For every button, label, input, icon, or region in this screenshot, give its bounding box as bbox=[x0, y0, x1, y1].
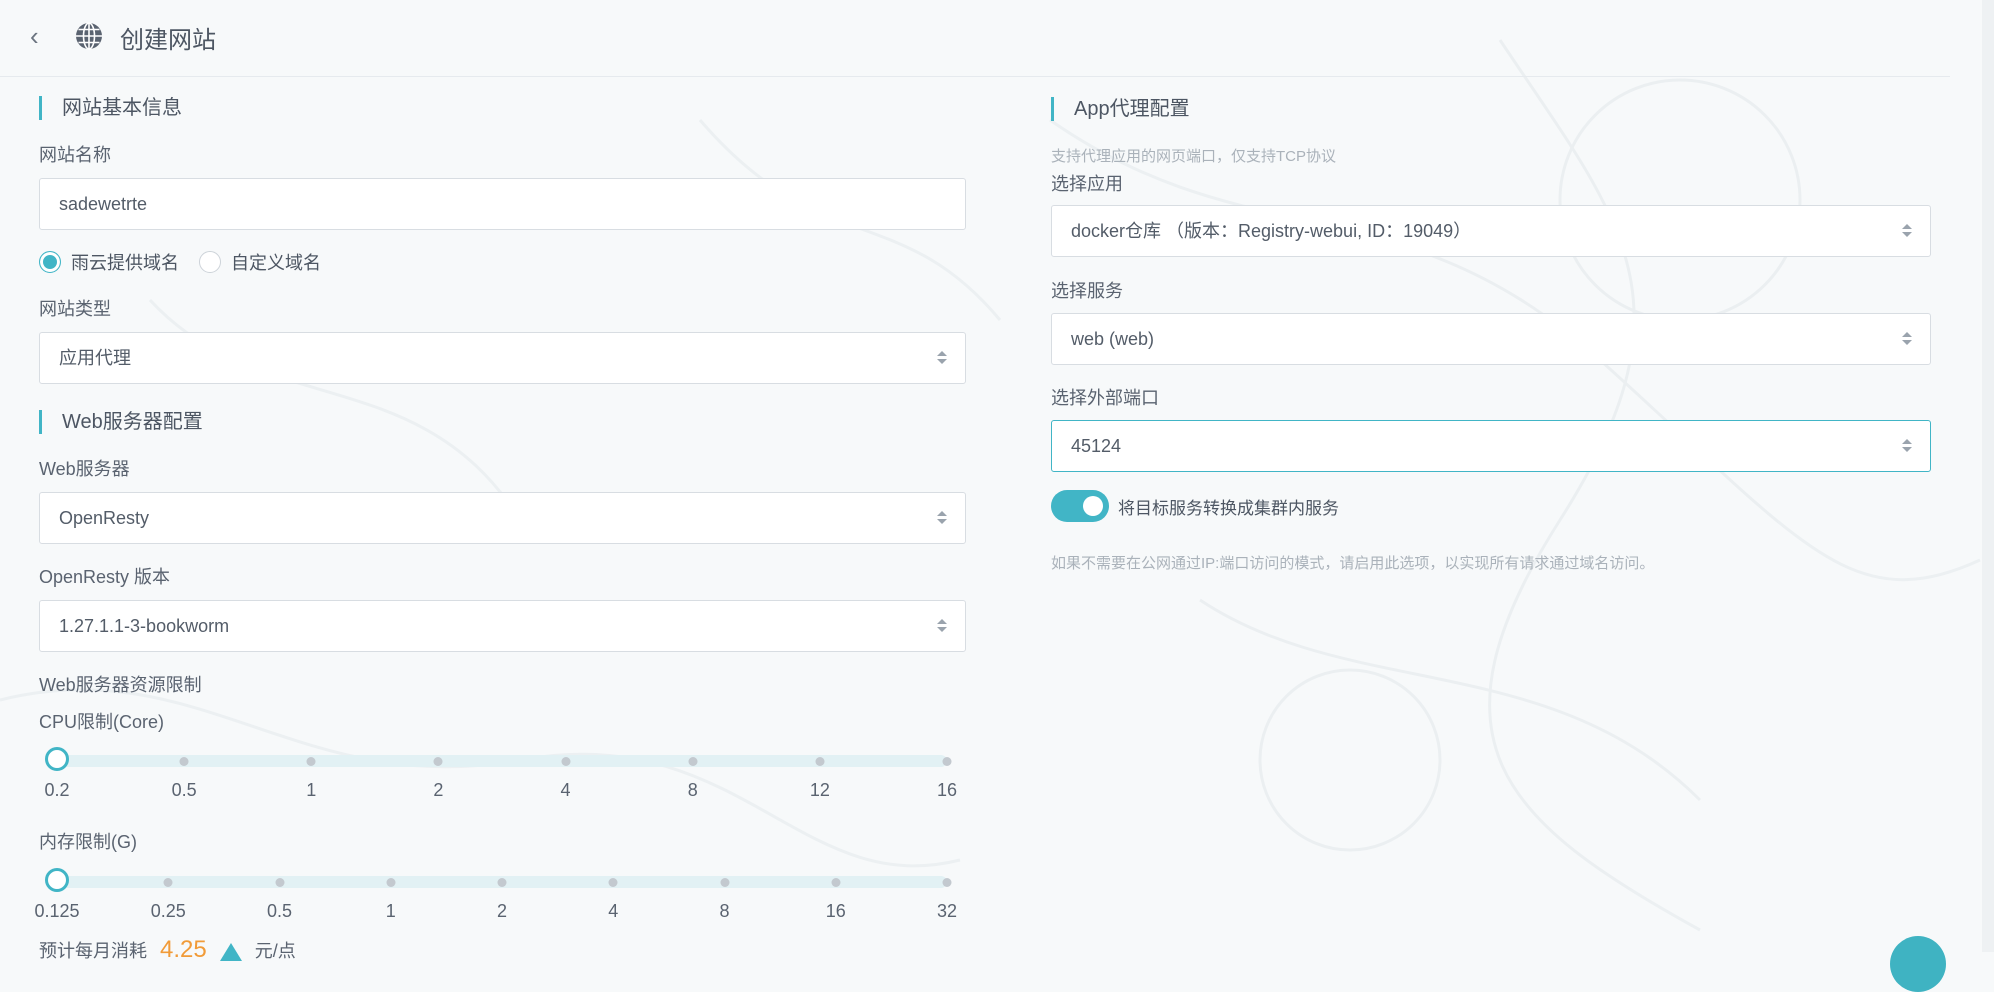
cpu-slider-handle[interactable] bbox=[45, 747, 69, 771]
memory-tick-label: 4 bbox=[608, 901, 619, 921]
monthly-cost-prefix: 预计每月消耗 bbox=[39, 941, 147, 961]
monthly-cost: 预计每月消耗 4.25 元/点 bbox=[39, 936, 296, 964]
external-port-select[interactable]: 45124 bbox=[1051, 420, 1931, 472]
radio-custom-domain[interactable]: 自定义域名 bbox=[199, 249, 321, 275]
cluster-service-hint: 如果不需要在公网通过IP:端口访问的模式，请启用此选项，以实现所有请求通过域名访… bbox=[1051, 555, 1655, 572]
site-type-label: 网站类型 bbox=[39, 299, 111, 319]
cpu-step-dot[interactable] bbox=[815, 757, 825, 766]
memory-step-dot[interactable] bbox=[163, 878, 173, 887]
globe-icon bbox=[76, 22, 102, 50]
cpu-tick-label: 2 bbox=[433, 780, 444, 800]
cpu-tick-label: 0.2 bbox=[44, 780, 70, 800]
cpu-step-dot[interactable] bbox=[179, 757, 189, 766]
version-label: OpenResty 版本 bbox=[39, 567, 171, 587]
memory-tick-label: 8 bbox=[719, 901, 730, 921]
section-title-web-server: Web服务器配置 bbox=[39, 410, 203, 434]
memory-tick-label: 0.5 bbox=[266, 901, 293, 921]
resource-limit-label: Web服务器资源限制 bbox=[39, 675, 202, 695]
radio-provided-domain-dot[interactable] bbox=[39, 251, 61, 273]
cpu-step-dot[interactable] bbox=[306, 757, 316, 766]
memory-step-dot[interactable] bbox=[275, 878, 284, 887]
cpu-tick-label: 12 bbox=[809, 780, 830, 800]
cpu-step-dot[interactable] bbox=[688, 757, 698, 766]
arrow-up-icon bbox=[219, 943, 242, 962]
memory-step-dot[interactable] bbox=[608, 878, 618, 887]
cpu-step-dot[interactable] bbox=[433, 757, 443, 766]
cpu-tick-label: 16 bbox=[936, 780, 958, 800]
site-type-select[interactable]: 应用代理 bbox=[39, 332, 966, 384]
select-caret-icon bbox=[1902, 224, 1912, 238]
cpu-limit-label: CPU限制(Core) bbox=[39, 712, 165, 732]
select-caret-icon bbox=[1902, 332, 1912, 346]
web-server-label: Web服务器 bbox=[39, 459, 130, 479]
service-value: web (web) bbox=[1071, 329, 1155, 349]
memory-tick-label: 2 bbox=[496, 901, 508, 921]
memory-step-dot[interactable] bbox=[942, 878, 952, 887]
cpu-tick-label: 8 bbox=[687, 780, 698, 800]
cpu-step-dot[interactable] bbox=[561, 757, 571, 766]
cpu-tick-label: 4 bbox=[560, 780, 571, 800]
scrollbar-track[interactable] bbox=[1982, 0, 1994, 952]
memory-step-dot[interactable] bbox=[720, 878, 729, 887]
domain-type-radio-group: 雨云提供域名 自定义域名 bbox=[39, 248, 341, 276]
chevron-left-icon[interactable]: ‹ bbox=[30, 22, 50, 50]
external-port-value: 45124 bbox=[1071, 436, 1122, 456]
cpu-tick-label: 0.5 bbox=[171, 780, 197, 800]
radio-provided-domain[interactable]: 雨云提供域名 bbox=[39, 249, 179, 275]
radio-provided-domain-label: 雨云提供域名 bbox=[71, 253, 179, 273]
page-header: ‹ 创建网站 bbox=[0, 0, 1950, 77]
section-title-basic: 网站基本信息 bbox=[39, 96, 182, 120]
cluster-service-toggle[interactable] bbox=[1051, 490, 1109, 522]
memory-tick-label: 1 bbox=[385, 901, 396, 921]
memory-tick-label: 0.25 bbox=[150, 901, 186, 921]
memory-slider-handle[interactable] bbox=[45, 868, 69, 892]
service-label: 选择服务 bbox=[1051, 281, 1123, 301]
monthly-cost-value: 4.25 bbox=[160, 936, 207, 963]
cpu-tick-label: 1 bbox=[306, 780, 317, 800]
select-caret-icon bbox=[937, 511, 947, 525]
site-type-value: 应用代理 bbox=[59, 348, 131, 368]
app-select[interactable]: docker仓库 （版本：Registry-webui, ID：19049） bbox=[1051, 205, 1931, 257]
cluster-service-toggle-label: 将目标服务转换成集群内服务 bbox=[1118, 499, 1339, 518]
memory-tick-label: 0.125 bbox=[34, 901, 80, 921]
app-proxy-hint: 支持代理应用的网页端口，仅支持TCP协议 bbox=[1051, 148, 1337, 165]
select-caret-icon bbox=[937, 351, 947, 365]
monthly-cost-unit: 元/点 bbox=[254, 941, 296, 961]
memory-step-dot[interactable] bbox=[386, 878, 396, 887]
cpu-limit-slider[interactable] bbox=[45, 747, 952, 771]
radio-custom-domain-dot[interactable] bbox=[199, 251, 221, 273]
memory-tick-label: 32 bbox=[936, 901, 958, 921]
select-caret-icon bbox=[1902, 439, 1912, 453]
memory-limit-label: 内存限制(G) bbox=[39, 832, 137, 852]
section-title-app-proxy: App代理配置 bbox=[1051, 97, 1190, 121]
site-name-label: 网站名称 bbox=[39, 145, 111, 165]
page-title: 创建网站 bbox=[120, 27, 216, 54]
app-label: 选择应用 bbox=[1051, 174, 1123, 194]
select-caret-icon bbox=[937, 619, 947, 633]
memory-limit-slider[interactable] bbox=[45, 868, 952, 892]
web-server-value: OpenResty bbox=[59, 508, 150, 528]
version-value: 1.27.1.1-3-bookworm bbox=[59, 616, 230, 636]
version-select[interactable]: 1.27.1.1-3-bookworm bbox=[39, 600, 966, 652]
external-port-label: 选择外部端口 bbox=[1051, 388, 1159, 408]
radio-custom-domain-label: 自定义域名 bbox=[231, 253, 321, 273]
help-bubble-icon[interactable] bbox=[1890, 936, 1946, 992]
memory-step-dot[interactable] bbox=[497, 878, 507, 887]
web-server-select[interactable]: OpenResty bbox=[39, 492, 966, 544]
background-artwork bbox=[0, 39, 1981, 932]
memory-step-dot[interactable] bbox=[831, 878, 841, 887]
toggle-knob bbox=[1083, 496, 1103, 516]
site-name-input[interactable]: sadewetrte bbox=[39, 178, 966, 230]
memory-tick-label: 16 bbox=[825, 901, 846, 921]
service-select[interactable]: web (web) bbox=[1051, 313, 1931, 365]
app-value: docker仓库 （版本：Registry-webui, ID：19049） bbox=[1071, 221, 1472, 241]
cpu-step-dot[interactable] bbox=[942, 757, 952, 766]
